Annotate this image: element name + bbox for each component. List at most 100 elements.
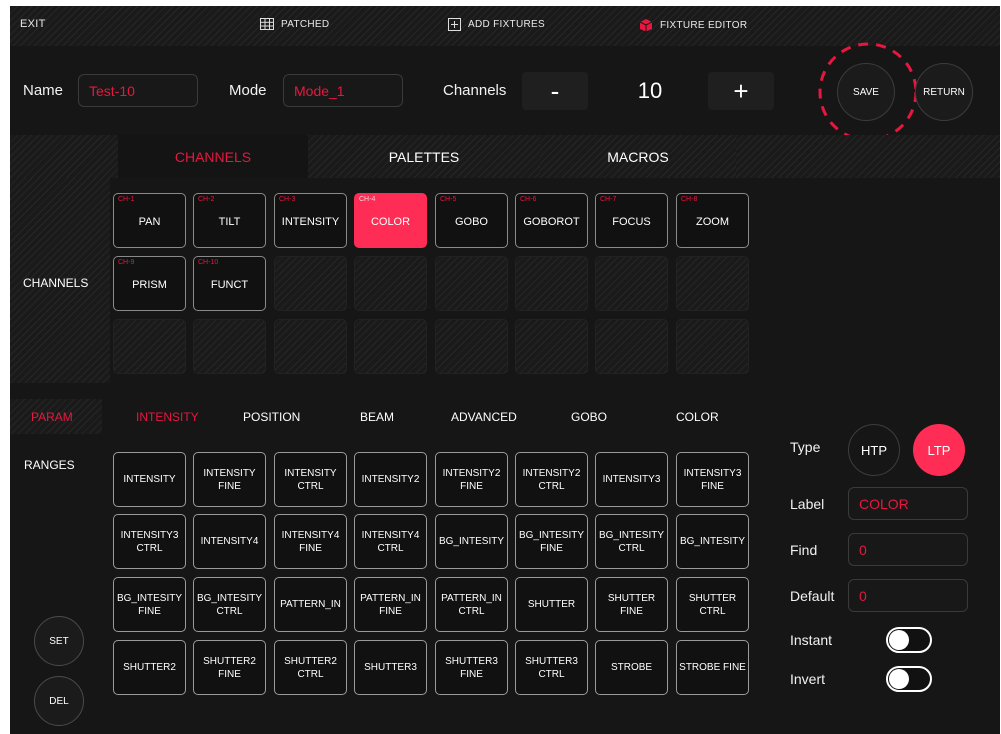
name-field[interactable]: Test-10 xyxy=(78,74,198,107)
parameter-button[interactable]: INTENSITY CTRL xyxy=(274,452,347,507)
parameter-button[interactable]: BG_INTESITY CTRL xyxy=(595,514,668,569)
channel-slot-empty[interactable] xyxy=(515,319,588,374)
channel-slot-empty[interactable] xyxy=(595,256,668,311)
channel-slot-empty[interactable] xyxy=(193,319,266,374)
channel-slot-7[interactable]: CH-7 FOCUS xyxy=(595,193,668,248)
param-tab[interactable]: PARAM xyxy=(31,410,73,424)
channel-slot-9[interactable]: CH-9 PRISM xyxy=(113,256,186,311)
find-field[interactable]: 0 xyxy=(848,533,968,566)
parameter-button[interactable]: PATTERN_IN xyxy=(274,577,347,632)
category-tab-advanced[interactable]: ADVANCED xyxy=(451,410,517,424)
channel-slot-5[interactable]: CH-5 GOBO xyxy=(435,193,508,248)
channels-decrement-button[interactable]: - xyxy=(522,72,588,110)
category-tab-color[interactable]: COLOR xyxy=(676,410,719,424)
channel-slot-8[interactable]: CH-8 ZOOM xyxy=(676,193,749,248)
parameter-button[interactable]: SHUTTER3 FINE xyxy=(435,640,508,695)
return-button[interactable]: RETURN xyxy=(915,63,973,121)
add-fixtures-label: ADD FIXTURES xyxy=(468,19,545,30)
parameter-button[interactable]: SHUTTER2 FINE xyxy=(193,640,266,695)
invert-toggle[interactable] xyxy=(886,666,932,692)
channel-slot-empty[interactable] xyxy=(676,256,749,311)
parameter-button[interactable]: BG_INTESITY xyxy=(435,514,508,569)
toggle-knob xyxy=(889,630,909,650)
set-button[interactable]: SET xyxy=(34,616,84,666)
channel-slot-empty[interactable] xyxy=(354,319,427,374)
parameter-button[interactable]: INTENSITY xyxy=(113,452,186,507)
tab-palettes[interactable]: PALETTES xyxy=(308,135,540,178)
channel-slot-empty[interactable] xyxy=(113,319,186,374)
parameter-button[interactable]: STROBE FINE xyxy=(676,640,749,695)
parameter-button[interactable]: SHUTTER2 CTRL xyxy=(274,640,347,695)
fixture-editor-label: FIXTURE EDITOR xyxy=(660,19,748,31)
parameter-button[interactable]: BG_INTESITY CTRL xyxy=(193,577,266,632)
parameter-button[interactable]: INTENSITY4 CTRL xyxy=(354,514,427,569)
parameter-button[interactable]: INTENSITY3 xyxy=(595,452,668,507)
default-field[interactable]: 0 xyxy=(848,579,968,612)
section-tabs-spacer-left xyxy=(10,135,118,178)
category-tab-beam[interactable]: BEAM xyxy=(360,410,394,424)
parameter-button[interactable]: SHUTTER xyxy=(515,577,588,632)
channel-slot-3[interactable]: CH-3 INTENSITY xyxy=(274,193,347,248)
add-fixtures-button[interactable]: ADD FIXTURES xyxy=(448,18,545,31)
patched-button[interactable]: PATCHED xyxy=(260,18,329,30)
parameter-button[interactable]: INTENSITY FINE xyxy=(193,452,266,507)
ltp-button-selected[interactable]: LTP xyxy=(913,424,965,476)
channel-number: CH-9 xyxy=(118,259,135,266)
channel-slot-empty[interactable] xyxy=(274,319,347,374)
channel-slot-1[interactable]: CH-1 PAN xyxy=(113,193,186,248)
channel-slot-empty[interactable] xyxy=(595,319,668,374)
find-label: Find xyxy=(790,542,818,558)
parameter-button[interactable]: BG_INTESITY FINE xyxy=(113,577,186,632)
fixture-editor-button[interactable]: FIXTURE EDITOR xyxy=(639,18,747,32)
category-tab-gobo[interactable]: GOBO xyxy=(571,410,607,424)
parameter-button[interactable]: BG_INTESITY FINE xyxy=(515,514,588,569)
del-button[interactable]: DEL xyxy=(34,676,84,726)
channel-slot-4-selected[interactable]: CH-4 COLOR xyxy=(354,193,427,248)
channel-slot-empty[interactable] xyxy=(274,256,347,311)
parameter-button[interactable]: INTENSITY4 xyxy=(193,514,266,569)
tab-macros[interactable]: MACROS xyxy=(540,135,736,178)
channel-slot-2[interactable]: CH-2 TILT xyxy=(193,193,266,248)
channels-section-label: CHANNELS xyxy=(23,276,89,290)
parameter-button[interactable]: SHUTTER CTRL xyxy=(676,577,749,632)
channel-slot-6[interactable]: CH-6 GOBOROT xyxy=(515,193,588,248)
parameter-button[interactable]: SHUTTER FINE xyxy=(595,577,668,632)
instant-toggle[interactable] xyxy=(886,627,932,653)
parameter-button[interactable]: PATTERN_IN FINE xyxy=(354,577,427,632)
category-tab-intensity[interactable]: INTENSITY xyxy=(136,410,199,424)
toggle-knob xyxy=(889,669,909,689)
channel-name: GOBOROT xyxy=(523,216,580,228)
parameter-button[interactable]: INTENSITY3 CTRL xyxy=(113,514,186,569)
parameter-button[interactable]: SHUTTER2 xyxy=(113,640,186,695)
channel-name: INTENSITY xyxy=(281,216,340,228)
category-tab-position[interactable]: POSITION xyxy=(243,410,300,424)
channel-slot-10[interactable]: CH-10 FUNCT xyxy=(193,256,266,311)
ranges-tab[interactable]: RANGES xyxy=(24,458,75,472)
parameter-button[interactable]: INTENSITY3 FINE xyxy=(676,452,749,507)
channel-number: CH-3 xyxy=(279,196,296,203)
patched-label: PATCHED xyxy=(281,18,330,30)
channel-slot-empty[interactable] xyxy=(515,256,588,311)
parameter-button[interactable]: INTENSITY2 FINE xyxy=(435,452,508,507)
parameter-button[interactable]: SHUTTER3 CTRL xyxy=(515,640,588,695)
channel-name: COLOR xyxy=(370,216,411,228)
parameter-button[interactable]: SHUTTER3 xyxy=(354,640,427,695)
channels-increment-button[interactable]: + xyxy=(708,72,774,110)
channel-name: GOBO xyxy=(454,216,488,228)
channel-slot-empty[interactable] xyxy=(354,256,427,311)
mode-field[interactable]: Mode_1 xyxy=(283,74,403,107)
exit-button[interactable]: EXIT xyxy=(20,18,46,30)
channel-slot-empty[interactable] xyxy=(435,256,508,311)
parameter-button[interactable]: BG_INTESITY xyxy=(676,514,749,569)
htp-button[interactable]: HTP xyxy=(848,424,900,476)
parameter-button[interactable]: INTENSITY2 CTRL xyxy=(515,452,588,507)
label-field[interactable]: COLOR xyxy=(848,487,968,520)
channel-number: CH-5 xyxy=(440,196,457,203)
channel-slot-empty[interactable] xyxy=(435,319,508,374)
tab-channels[interactable]: CHANNELS xyxy=(118,135,308,178)
parameter-button[interactable]: INTENSITY2 xyxy=(354,452,427,507)
parameter-button[interactable]: PATTERN_IN CTRL xyxy=(435,577,508,632)
parameter-button[interactable]: STROBE xyxy=(595,640,668,695)
channel-slot-empty[interactable] xyxy=(676,319,749,374)
parameter-button[interactable]: INTENSITY4 FINE xyxy=(274,514,347,569)
